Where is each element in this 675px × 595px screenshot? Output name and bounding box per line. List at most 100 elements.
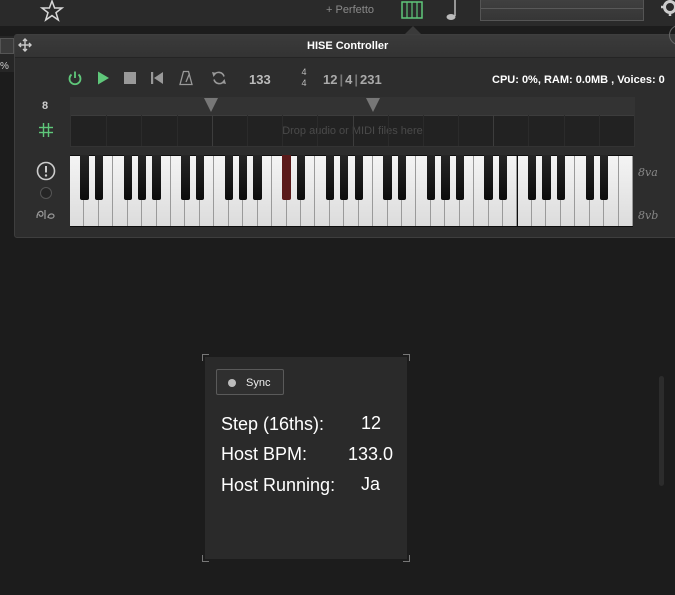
black-key[interactable] [137,155,147,200]
loop-end-marker[interactable] [366,98,380,112]
black-key[interactable] [80,155,89,200]
step-label: Step (16ths): [221,414,325,434]
black-key[interactable] [340,155,349,200]
grid-line [493,115,494,146]
grid-line [177,115,178,146]
black-key[interactable] [542,155,551,200]
piano-keyboard[interactable] [70,155,633,227]
power-icon[interactable] [67,70,83,86]
sync-button[interactable]: Sync [216,369,284,395]
hise-controller-panel: HISE Controller 133 4 4 12 | 4 | 231 CPU: 0%… [14,25,675,238]
note-icon[interactable] [444,0,462,22]
sustain-pedal-icon[interactable] [35,207,57,221]
white-key[interactable] [618,156,633,226]
black-key[interactable] [325,155,335,200]
grid-line [106,115,107,146]
grid-line [599,115,600,146]
play-icon[interactable] [95,70,111,86]
black-key[interactable] [556,155,565,200]
black-key[interactable] [441,155,450,200]
star-icon[interactable] [38,0,66,25]
preset-label[interactable]: + Perfetto [326,4,374,16]
stop-icon[interactable] [122,70,138,86]
grid-line [423,115,424,146]
octave-up-label[interactable]: 8va [638,166,658,179]
warning-icon[interactable] [36,161,56,181]
host-bpm-label: Host BPM: [221,444,308,464]
position-separator: | [354,72,358,87]
grid-line [353,115,354,146]
black-key[interactable] [239,155,248,200]
black-key[interactable] [123,155,132,200]
grid-line [317,115,318,146]
metronome-icon[interactable] [178,70,194,86]
midi-drop-area[interactable]: Drop audio or MIDI files here [70,97,635,147]
loop-start-marker[interactable] [204,98,218,112]
sync-label: Sync [246,377,271,389]
panel-header[interactable]: HISE Controller [15,35,675,58]
grid-icon[interactable] [39,123,53,137]
octave-number[interactable]: 8 [42,100,48,112]
grid-line [247,115,248,146]
black-key[interactable] [383,155,392,200]
octave-down-label[interactable]: 8vb [638,209,658,222]
black-key[interactable] [527,155,537,200]
black-key[interactable] [94,155,104,200]
timeline-ruler[interactable] [71,98,634,116]
host-bpm-value: 133.0 [348,444,394,464]
grid-line [282,115,283,146]
top-display-divider [481,8,643,9]
loop-icon[interactable] [211,70,227,86]
black-key[interactable] [599,155,609,200]
black-key[interactable] [152,155,161,200]
performance-stats: CPU: 0%, RAM: 0.0MB , Voices: 0 [492,74,665,86]
move-icon[interactable] [18,38,32,52]
position-bar: 12 [323,72,338,87]
step-value: 12 [361,413,382,433]
resize-corner[interactable] [202,555,209,562]
black-key[interactable] [397,155,407,200]
position-separator: | [339,72,344,87]
sync-widget: Sync Step (16ths): 12 Host BPM: 133.0 Ho… [202,354,410,562]
black-key[interactable] [484,155,493,200]
rewind-icon[interactable] [149,70,165,86]
time-signature-denominator: 4 [301,78,307,88]
grid-line [458,115,459,146]
tempo-display[interactable]: 133 [249,72,271,87]
black-key[interactable] [354,155,363,200]
top-toolbar: + Perfetto [0,0,675,26]
grid-line [141,115,142,146]
grid-line [528,115,529,146]
resize-corner[interactable] [202,354,209,361]
sync-led [228,379,236,387]
background-input[interactable] [0,38,14,54]
top-display-box[interactable] [480,0,644,21]
grid-line [212,115,213,146]
black-key[interactable] [181,155,190,200]
time-signature-numerator: 4 [301,67,307,77]
black-key[interactable] [296,155,306,200]
background-percent-label: % [0,61,9,72]
panel-title: HISE Controller [307,40,389,52]
playhead-position: 12 | 4 | 231 [323,72,382,87]
position-tick: 231 [359,72,382,87]
resize-corner[interactable] [403,555,410,562]
black-key[interactable] [253,155,262,200]
piano-keys-icon[interactable] [400,0,424,20]
gear-icon[interactable] [660,0,675,17]
popup-pointer [405,26,421,34]
time-signature[interactable]: 4 4 [299,67,309,89]
black-key[interactable] [585,155,594,200]
black-key[interactable] [498,155,508,200]
black-key[interactable] [224,155,233,200]
black-key[interactable] [282,155,291,200]
black-key[interactable] [426,155,436,200]
scrollbar[interactable] [659,376,664,486]
midi-activity-indicator [40,187,52,199]
resize-corner[interactable] [403,354,410,361]
host-running-value: Ja [361,474,381,494]
host-running-label: Host Running: [221,475,336,495]
grid-line [564,115,565,146]
black-key[interactable] [455,155,464,200]
black-key[interactable] [195,155,205,200]
